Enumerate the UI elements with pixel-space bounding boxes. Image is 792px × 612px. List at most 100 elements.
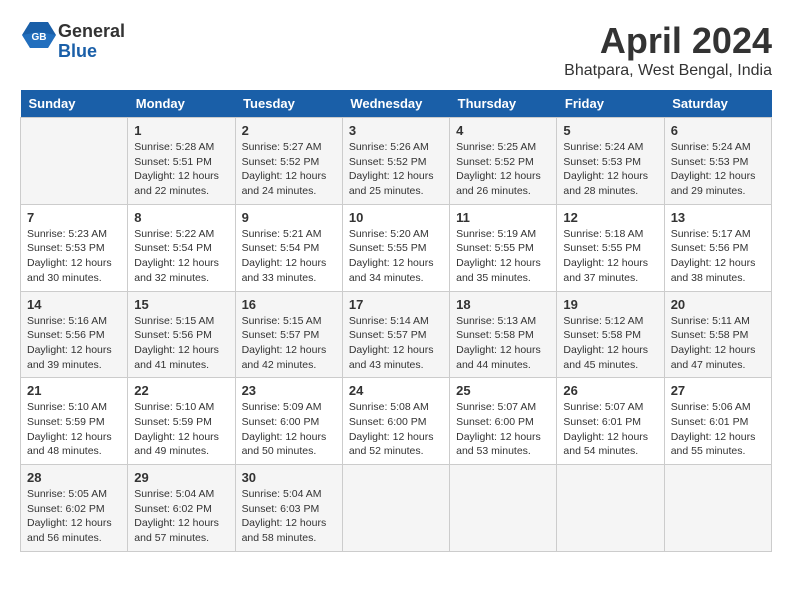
- weekday-header: Tuesday: [235, 90, 342, 118]
- calendar-week-row: 7Sunrise: 5:23 AM Sunset: 5:53 PM Daylig…: [21, 204, 772, 291]
- day-number: 24: [349, 383, 443, 398]
- logo-text: General Blue: [58, 22, 125, 62]
- calendar-cell: [557, 465, 664, 552]
- day-info: Sunrise: 5:10 AM Sunset: 5:59 PM Dayligh…: [134, 400, 228, 459]
- calendar-cell: 29 Sunrise: 5:04 AM Sunset: 6:02 PM Dayli…: [128, 465, 235, 552]
- calendar-table: SundayMondayTuesdayWednesdayThursdayFrid…: [20, 90, 772, 552]
- day-info: Sunrise: 5:07 AM Sunset: 6:00 PM Dayligh…: [456, 400, 550, 459]
- day-info: Sunrise: 5:04 AM Sunset: 6:03 PM Dayligh…: [242, 487, 336, 546]
- calendar-cell: 11 Sunrise: 5:19 AM Sunset: 5:55 PM Dayli…: [450, 204, 557, 291]
- day-number: 2: [242, 123, 336, 138]
- calendar-cell: [342, 465, 449, 552]
- location: Bhatpara, West Bengal, India: [564, 62, 772, 80]
- calendar-cell: 27 Sunrise: 5:06 AM Sunset: 6:01 PM Dayli…: [664, 378, 771, 465]
- calendar-cell: 2 Sunrise: 5:27 AM Sunset: 5:52 PM Daylig…: [235, 118, 342, 205]
- day-number: 20: [671, 297, 765, 312]
- day-info: Sunrise: 5:15 AM Sunset: 5:57 PM Dayligh…: [242, 314, 336, 373]
- day-info: Sunrise: 5:25 AM Sunset: 5:52 PM Dayligh…: [456, 140, 550, 199]
- title-block: April 2024 Bhatpara, West Bengal, India: [564, 20, 772, 80]
- calendar-cell: 20 Sunrise: 5:11 AM Sunset: 5:58 PM Dayli…: [664, 291, 771, 378]
- day-info: Sunrise: 5:07 AM Sunset: 6:01 PM Dayligh…: [563, 400, 657, 459]
- day-info: Sunrise: 5:04 AM Sunset: 6:02 PM Dayligh…: [134, 487, 228, 546]
- day-info: Sunrise: 5:22 AM Sunset: 5:54 PM Dayligh…: [134, 227, 228, 286]
- calendar-cell: 5 Sunrise: 5:24 AM Sunset: 5:53 PM Daylig…: [557, 118, 664, 205]
- calendar-cell: 1 Sunrise: 5:28 AM Sunset: 5:51 PM Daylig…: [128, 118, 235, 205]
- calendar-cell: 3 Sunrise: 5:26 AM Sunset: 5:52 PM Daylig…: [342, 118, 449, 205]
- calendar-cell: 18Sunrise: 5:13 AM Sunset: 5:58 PM Dayli…: [450, 291, 557, 378]
- calendar-cell: [664, 465, 771, 552]
- calendar-cell: 7Sunrise: 5:23 AM Sunset: 5:53 PM Daylig…: [21, 204, 128, 291]
- calendar-cell: 15 Sunrise: 5:15 AM Sunset: 5:56 PM Dayli…: [128, 291, 235, 378]
- day-number: 9: [242, 210, 336, 225]
- day-number: 5: [563, 123, 657, 138]
- day-info: Sunrise: 5:17 AM Sunset: 5:56 PM Dayligh…: [671, 227, 765, 286]
- day-number: 12: [563, 210, 657, 225]
- logo-icon: GB: [20, 20, 58, 64]
- day-info: Sunrise: 5:16 AM Sunset: 5:56 PM Dayligh…: [27, 314, 121, 373]
- day-number: 23: [242, 383, 336, 398]
- calendar-cell: 26Sunrise: 5:07 AM Sunset: 6:01 PM Dayli…: [557, 378, 664, 465]
- calendar-cell: 22Sunrise: 5:10 AM Sunset: 5:59 PM Dayli…: [128, 378, 235, 465]
- calendar-cell: 4 Sunrise: 5:25 AM Sunset: 5:52 PM Daylig…: [450, 118, 557, 205]
- day-info: Sunrise: 5:06 AM Sunset: 6:01 PM Dayligh…: [671, 400, 765, 459]
- day-info: Sunrise: 5:20 AM Sunset: 5:55 PM Dayligh…: [349, 227, 443, 286]
- calendar-cell: [21, 118, 128, 205]
- weekday-header: Saturday: [664, 90, 771, 118]
- calendar-cell: 24 Sunrise: 5:08 AM Sunset: 6:00 PM Dayli…: [342, 378, 449, 465]
- day-number: 4: [456, 123, 550, 138]
- day-info: Sunrise: 5:18 AM Sunset: 5:55 PM Dayligh…: [563, 227, 657, 286]
- calendar-week-row: 28Sunrise: 5:05 AM Sunset: 6:02 PM Dayli…: [21, 465, 772, 552]
- day-info: Sunrise: 5:19 AM Sunset: 5:55 PM Dayligh…: [456, 227, 550, 286]
- calendar-cell: 12 Sunrise: 5:18 AM Sunset: 5:55 PM Dayli…: [557, 204, 664, 291]
- day-number: 3: [349, 123, 443, 138]
- day-number: 21: [27, 383, 121, 398]
- calendar-cell: 23 Sunrise: 5:09 AM Sunset: 6:00 PM Dayli…: [235, 378, 342, 465]
- day-info: Sunrise: 5:27 AM Sunset: 5:52 PM Dayligh…: [242, 140, 336, 199]
- day-number: 1: [134, 123, 228, 138]
- calendar-cell: 10 Sunrise: 5:20 AM Sunset: 5:55 PM Dayli…: [342, 204, 449, 291]
- day-info: Sunrise: 5:28 AM Sunset: 5:51 PM Dayligh…: [134, 140, 228, 199]
- day-info: Sunrise: 5:08 AM Sunset: 6:00 PM Dayligh…: [349, 400, 443, 459]
- calendar-cell: 6Sunrise: 5:24 AM Sunset: 5:53 PM Daylig…: [664, 118, 771, 205]
- day-info: Sunrise: 5:24 AM Sunset: 5:53 PM Dayligh…: [563, 140, 657, 199]
- day-number: 14: [27, 297, 121, 312]
- calendar-cell: 25 Sunrise: 5:07 AM Sunset: 6:00 PM Dayli…: [450, 378, 557, 465]
- weekday-header: Monday: [128, 90, 235, 118]
- logo-line2: Blue: [58, 42, 125, 62]
- day-info: Sunrise: 5:14 AM Sunset: 5:57 PM Dayligh…: [349, 314, 443, 373]
- day-number: 8: [134, 210, 228, 225]
- calendar-week-row: 1 Sunrise: 5:28 AM Sunset: 5:51 PM Daylig…: [21, 118, 772, 205]
- calendar-cell: 30 Sunrise: 5:04 AM Sunset: 6:03 PM Dayli…: [235, 465, 342, 552]
- weekday-header: Friday: [557, 90, 664, 118]
- calendar-cell: 21 Sunrise: 5:10 AM Sunset: 5:59 PM Dayli…: [21, 378, 128, 465]
- day-number: 29: [134, 470, 228, 485]
- day-info: Sunrise: 5:26 AM Sunset: 5:52 PM Dayligh…: [349, 140, 443, 199]
- calendar-cell: 16 Sunrise: 5:15 AM Sunset: 5:57 PM Dayli…: [235, 291, 342, 378]
- weekday-header: Sunday: [21, 90, 128, 118]
- day-number: 27: [671, 383, 765, 398]
- day-number: 11: [456, 210, 550, 225]
- calendar-cell: 13Sunrise: 5:17 AM Sunset: 5:56 PM Dayli…: [664, 204, 771, 291]
- day-info: Sunrise: 5:23 AM Sunset: 5:53 PM Dayligh…: [27, 227, 121, 286]
- day-info: Sunrise: 5:11 AM Sunset: 5:58 PM Dayligh…: [671, 314, 765, 373]
- page-header: GB General Blue April 2024 Bhatpara, Wes…: [20, 20, 772, 80]
- day-info: Sunrise: 5:10 AM Sunset: 5:59 PM Dayligh…: [27, 400, 121, 459]
- calendar-cell: 19 Sunrise: 5:12 AM Sunset: 5:58 PM Dayli…: [557, 291, 664, 378]
- day-info: Sunrise: 5:12 AM Sunset: 5:58 PM Dayligh…: [563, 314, 657, 373]
- calendar-cell: 17 Sunrise: 5:14 AM Sunset: 5:57 PM Dayli…: [342, 291, 449, 378]
- calendar-cell: 14 Sunrise: 5:16 AM Sunset: 5:56 PM Dayli…: [21, 291, 128, 378]
- day-number: 15: [134, 297, 228, 312]
- calendar-cell: 9Sunrise: 5:21 AM Sunset: 5:54 PM Daylig…: [235, 204, 342, 291]
- day-number: 30: [242, 470, 336, 485]
- day-number: 19: [563, 297, 657, 312]
- day-info: Sunrise: 5:15 AM Sunset: 5:56 PM Dayligh…: [134, 314, 228, 373]
- logo: GB General Blue: [20, 20, 125, 64]
- calendar-week-row: 21 Sunrise: 5:10 AM Sunset: 5:59 PM Dayli…: [21, 378, 772, 465]
- day-info: Sunrise: 5:13 AM Sunset: 5:58 PM Dayligh…: [456, 314, 550, 373]
- day-number: 17: [349, 297, 443, 312]
- weekday-header: Thursday: [450, 90, 557, 118]
- day-number: 25: [456, 383, 550, 398]
- day-info: Sunrise: 5:09 AM Sunset: 6:00 PM Dayligh…: [242, 400, 336, 459]
- day-number: 10: [349, 210, 443, 225]
- day-number: 16: [242, 297, 336, 312]
